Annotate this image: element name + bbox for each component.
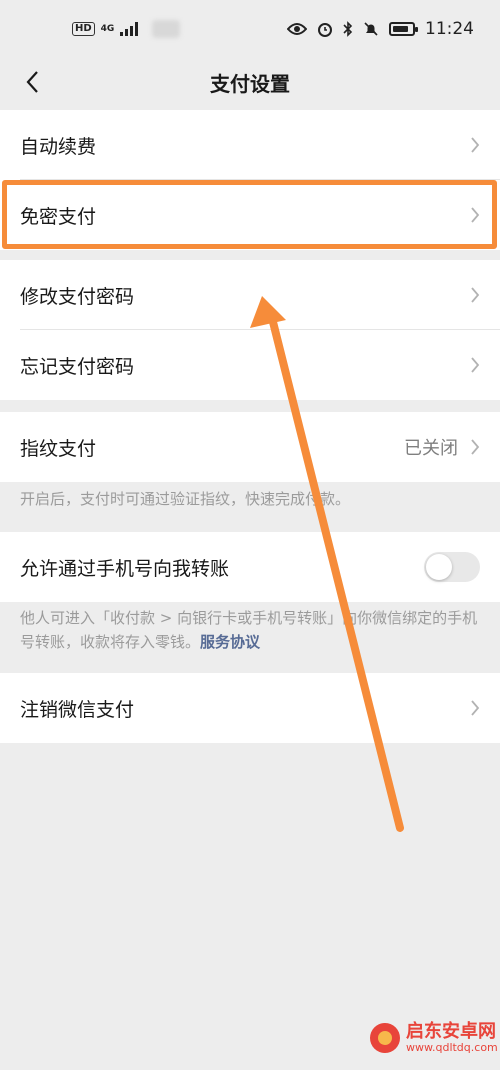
service-agreement-link[interactable]: 服务协议: [200, 633, 260, 651]
alarm-icon: [318, 23, 332, 37]
phone-transfer-item: 允许通过手机号向我转账: [0, 532, 500, 602]
phone-transfer-group: 允许通过手机号向我转账: [0, 532, 500, 602]
fingerprint-note: 开启后，支付时可通过验证指纹，快速完成付款。: [20, 490, 351, 508]
phone-transfer-toggle[interactable]: [424, 552, 480, 582]
cancel-group: 注销微信支付: [0, 673, 500, 743]
network-type: 4G: [100, 23, 115, 34]
chevron-right-icon: [471, 287, 480, 303]
status-bar-left: HD 4G: [72, 20, 181, 38]
carrier-blur: [152, 20, 181, 38]
watermark-name: 启东安卓网: [406, 1021, 496, 1042]
item-label: 指纹支付: [20, 437, 97, 460]
battery-icon: [389, 22, 418, 36]
fingerprint-status: 已关闭: [404, 438, 458, 459]
watermark-logo-icon: [370, 1023, 400, 1053]
chevron-right-icon: [471, 137, 480, 153]
chevron-right-icon: [471, 207, 480, 223]
mute-bell-icon: [364, 22, 378, 36]
status-bar-right: 11:24: [287, 19, 474, 39]
eye-icon: [287, 23, 307, 35]
item-label: 修改支付密码: [20, 285, 135, 308]
cancel-wechat-pay-item[interactable]: 注销微信支付: [0, 673, 500, 743]
clock: 11:24: [425, 19, 474, 39]
fingerprint-group: 指纹支付 已关闭: [0, 412, 500, 482]
forgot-password-item[interactable]: 忘记支付密码: [0, 330, 500, 400]
change-password-item[interactable]: 修改支付密码: [0, 260, 500, 330]
password-free-payment-item[interactable]: 免密支付: [0, 180, 500, 250]
item-label: 自动续费: [20, 135, 97, 158]
toggle-knob: [426, 554, 452, 580]
auto-renew-item[interactable]: 自动续费: [0, 110, 500, 180]
nav-bar: 支付设置: [0, 58, 500, 106]
item-label: 允许通过手机号向我转账: [20, 557, 230, 580]
chevron-right-icon: [471, 700, 480, 716]
item-label: 忘记支付密码: [20, 355, 135, 378]
fingerprint-payment-item[interactable]: 指纹支付 已关闭: [0, 412, 500, 482]
chevron-right-icon: [471, 357, 480, 373]
bluetooth-icon: [343, 21, 353, 37]
watermark-url: www.qdltdq.com: [406, 1041, 498, 1054]
item-label: 免密支付: [20, 205, 97, 228]
watermark: 启东安卓网 www.qdltdq.com: [370, 1022, 498, 1054]
watermark-text: 启东安卓网 www.qdltdq.com: [406, 1022, 498, 1054]
item-label: 注销微信支付: [20, 698, 135, 721]
phone-transfer-note: 他人可进入「收付款 > 向银行卡或手机号转账」向你微信绑定的手机号转账，收款将存…: [0, 606, 500, 654]
page-title: 支付设置: [210, 72, 290, 96]
status-bar: HD 4G 11:24: [0, 0, 500, 58]
settings-group-2: 修改支付密码 忘记支付密码: [0, 260, 500, 400]
signal-icon: [120, 22, 139, 36]
hd-badge: HD: [72, 22, 95, 36]
chevron-right-icon: [471, 439, 480, 455]
settings-group-1: 自动续费 免密支付: [0, 110, 500, 250]
